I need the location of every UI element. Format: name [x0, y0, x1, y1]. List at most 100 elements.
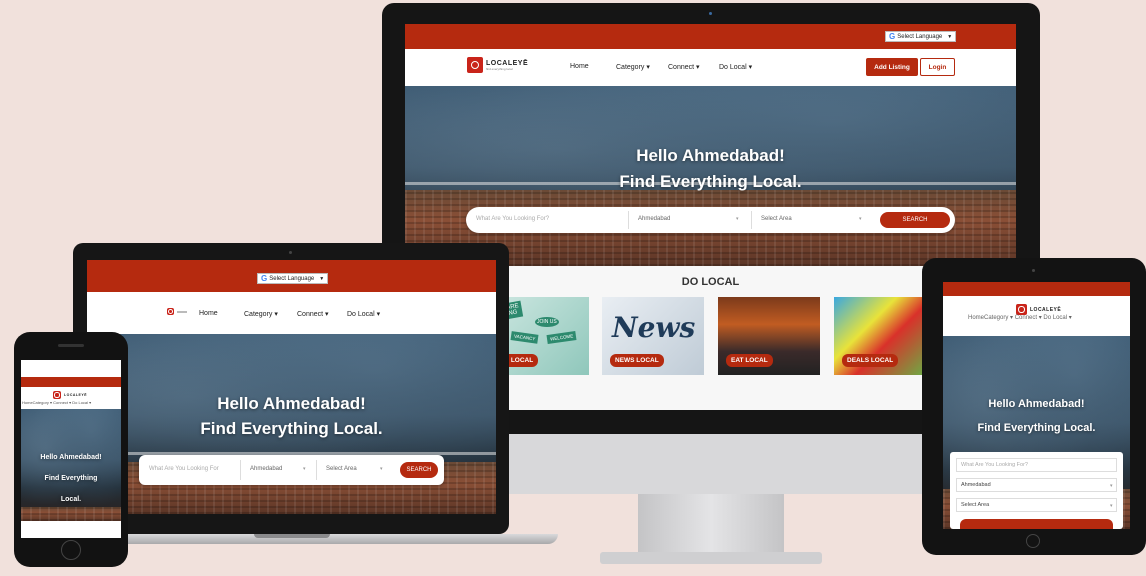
- top-language-bar: G Select Language ▼: [405, 24, 1016, 49]
- phone-speaker: [58, 344, 84, 347]
- add-listing-button[interactable]: Add Listing: [866, 58, 918, 76]
- nav-category[interactable]: Category ▾: [616, 63, 650, 71]
- webcam-dot: [289, 251, 292, 254]
- top-language-bar: G Select Language ▼: [87, 260, 496, 292]
- city-select[interactable]: Ahmedabad: [956, 478, 1117, 492]
- desktop-monitor-stand-neck: [638, 494, 784, 554]
- stacked-search-form: What Are You Looking For? Ahmedabad ▾ Se…: [950, 452, 1123, 529]
- compact-nav[interactable]: HomeCategory ▾ Connect ▾ Do Local ▾: [968, 314, 1072, 321]
- desktop-monitor-stand-foot: [600, 552, 822, 564]
- tablet-website-screen: LOCALEYĒ HomeCategory ▾ Connect ▾ Do Loc…: [943, 282, 1130, 529]
- site-logo[interactable]: [167, 308, 187, 315]
- logo-text-miniature: [177, 310, 187, 313]
- chevron-down-icon: ▾: [736, 216, 739, 222]
- chevron-down-icon: ▾: [646, 64, 650, 71]
- hero-heading-line1: Hello Ahmedabad!: [988, 398, 1085, 410]
- chevron-down-icon: ▾: [376, 311, 381, 318]
- area-select[interactable]: Select Area: [956, 498, 1117, 512]
- stadium-stands: [21, 507, 121, 521]
- chevron-down-icon: ▾: [1110, 503, 1113, 509]
- logo-text: LOCALEYĒ: [1030, 306, 1062, 313]
- logo-tagline: find everything local: [486, 66, 513, 71]
- top-language-bar: [943, 282, 1130, 296]
- search-button[interactable]: [960, 519, 1113, 529]
- chevron-down-icon: ▾: [325, 311, 329, 318]
- news-local-card[interactable]: News NEWS LOCAL: [602, 297, 704, 375]
- nav-do-local[interactable]: Do Local ▾: [719, 63, 752, 71]
- hero-section: Hello Ahmedabad! Find Everything Local. …: [405, 86, 1016, 266]
- hero-search-bar: What Are You Looking For Ahmedabad ▾ Sel…: [139, 455, 444, 485]
- search-divider: [240, 460, 241, 480]
- search-button[interactable]: SEARCH: [400, 462, 438, 478]
- search-input[interactable]: What Are You Looking For: [149, 466, 219, 472]
- laptop-website-screen: G Select Language ▼ Home Category ▾ Conn…: [87, 260, 496, 514]
- city-select[interactable]: Ahmedabad: [250, 466, 282, 472]
- language-selector[interactable]: G Select Language ▼: [885, 31, 957, 42]
- chevron-down-icon: ▼: [947, 33, 953, 40]
- eat-local-card[interactable]: EAT LOCAL: [718, 297, 820, 375]
- hero-search-bar: What Are You Looking For? Ahmedabad ▾ Se…: [466, 207, 955, 233]
- search-input[interactable]: What Are You Looking For?: [956, 458, 1117, 472]
- logo-pin-icon: [53, 391, 61, 399]
- search-divider: [628, 211, 629, 229]
- news-headline: News: [612, 311, 696, 344]
- chevron-down-icon: ▾: [274, 311, 278, 318]
- welcome-sign: WELCOME: [546, 331, 577, 344]
- hero-heading-line1: Hello Ahmedabad!: [40, 454, 102, 461]
- hero-heading-line3: Local.: [60, 496, 82, 503]
- search-input[interactable]: What Are You Looking For?: [476, 216, 549, 222]
- nav-connect-label: Connect: [668, 64, 695, 71]
- hero-heading-line1: Hello Ahmedabad!: [217, 394, 366, 413]
- chevron-down-icon: ▾: [696, 64, 700, 71]
- webcam-dot: [709, 12, 712, 15]
- chevron-down-icon: ▾: [1110, 483, 1113, 489]
- nav-do-local[interactable]: Do Local ▾: [347, 310, 380, 318]
- chevron-down-icon: ▾: [859, 216, 862, 222]
- nav-do-local-label: Do Local: [719, 64, 747, 71]
- logo-text: LOCALEYĒ: [486, 59, 529, 67]
- hero-heading-line2: Find Everything Local.: [619, 172, 802, 191]
- area-select[interactable]: Select Area: [326, 466, 357, 472]
- hero-section: Hello Ahmedabad! Find Everything Local. …: [943, 336, 1130, 529]
- city-select[interactable]: Ahmedabad: [638, 216, 670, 222]
- search-divider: [751, 211, 752, 229]
- vacancy-sign: VACANCY: [510, 331, 539, 344]
- nav-category-label: Category: [244, 311, 273, 318]
- area-select[interactable]: Select Area: [761, 216, 792, 222]
- search-divider: [316, 460, 317, 480]
- main-navbar: Home Category ▾ Connect ▾ Do Local ▾: [87, 292, 496, 334]
- nav-connect[interactable]: Connect ▾: [668, 63, 700, 71]
- eat-local-label: EAT LOCAL: [726, 354, 773, 367]
- hero-heading-line1: Hello Ahmedabad!: [636, 146, 785, 165]
- nav-home[interactable]: Home: [570, 63, 589, 70]
- logo-text: LOCALEYĒ: [64, 393, 88, 397]
- search-button[interactable]: SEARCH: [880, 212, 950, 228]
- nav-home[interactable]: Home: [199, 310, 218, 317]
- google-icon: G: [261, 274, 268, 283]
- chevron-down-icon: ▾: [380, 466, 383, 472]
- deals-local-card[interactable]: DEALS LOCAL: [834, 297, 936, 375]
- hero-heading-line2: Find Everything Local.: [977, 422, 1096, 434]
- join-us-sign: JOIN US: [535, 317, 559, 327]
- hero-heading-line2: Find Everything: [44, 475, 98, 482]
- site-logo[interactable]: LOCALEYĒ: [53, 391, 87, 399]
- hero-section: Hello Ahmedabad! Find Everything Local. …: [87, 334, 496, 514]
- nav-connect[interactable]: Connect ▾: [297, 310, 329, 318]
- phone-website-screen: LOCALEYĒ HomeCategory ▾ Connect ▾ Do Loc…: [21, 360, 121, 538]
- deals-local-label: DEALS LOCAL: [842, 354, 899, 367]
- nav-category[interactable]: Category ▾: [244, 310, 278, 318]
- language-label: Select Language: [269, 275, 315, 282]
- logo-pin-icon: [467, 57, 483, 73]
- chevron-down-icon: ▼: [319, 275, 325, 282]
- site-logo[interactable]: LOCALEYĒ find everything local: [467, 57, 528, 73]
- main-navbar: LOCALEYĒ HomeCategory ▾ Connect ▾ Do Loc…: [21, 387, 121, 409]
- login-button[interactable]: Login: [920, 58, 955, 76]
- main-navbar: LOCALEYĒ HomeCategory ▾ Connect ▾ Do Loc…: [943, 296, 1130, 336]
- home-button-icon[interactable]: [1026, 534, 1040, 548]
- compact-nav[interactable]: HomeCategory ▾ Connect ▾ Do Local ▾: [22, 400, 91, 405]
- home-button-icon[interactable]: [61, 540, 81, 560]
- chevron-down-icon: ▾: [303, 466, 306, 472]
- language-selector[interactable]: G Select Language ▼: [257, 273, 329, 284]
- news-local-label: NEWS LOCAL: [610, 354, 664, 367]
- top-language-bar: [21, 377, 121, 387]
